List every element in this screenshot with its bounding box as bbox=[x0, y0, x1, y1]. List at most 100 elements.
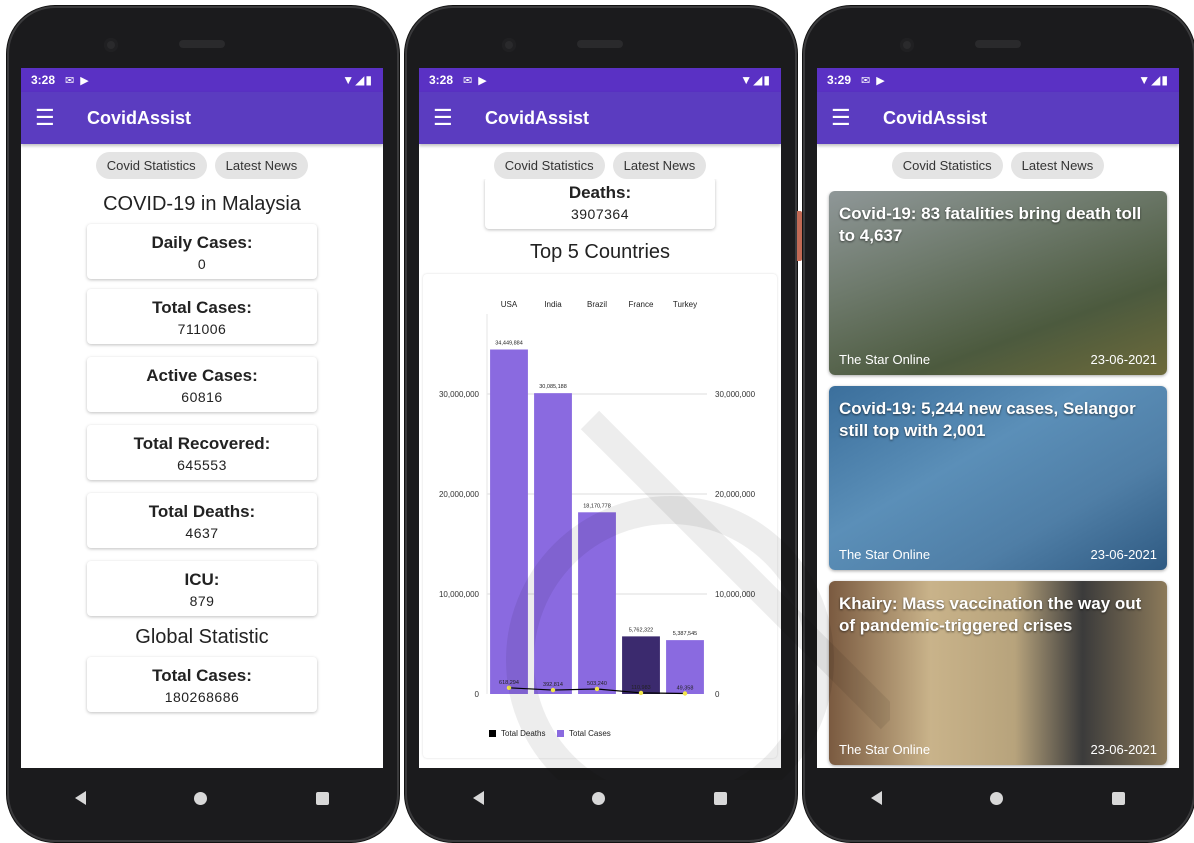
stat-card: Total Deaths: 4637 bbox=[87, 493, 317, 548]
chart-container: 0 0 10,000,000 10,000,000 20,000,000 20,000,0… bbox=[423, 274, 777, 758]
home-icon[interactable] bbox=[194, 791, 208, 805]
menu-icon[interactable]: ☰ bbox=[831, 107, 861, 129]
app-bar: ☰ CovidAssist bbox=[419, 92, 781, 144]
app-title: CovidAssist bbox=[883, 107, 988, 128]
tab-bar: Covid Statistics Latest News bbox=[419, 144, 781, 179]
x-tick-label: France bbox=[629, 300, 654, 309]
home-icon[interactable] bbox=[592, 791, 606, 805]
malaysia-title: COVID-19 in Malaysia bbox=[103, 193, 301, 215]
stat-card: Active Cases: 60816 bbox=[87, 357, 317, 412]
y-tick-label-left: 0 bbox=[475, 690, 480, 699]
stat-card: Deaths: 3907364 bbox=[485, 177, 715, 229]
news-date: 23-06-2021 bbox=[1090, 742, 1158, 757]
tab-covid-statistics[interactable]: Covid Statistics bbox=[891, 152, 1003, 179]
status-bar: 3:29 ✉ ▶ ▼◢▮ bbox=[817, 68, 1179, 92]
tab-bar: Covid Statistics Latest News bbox=[21, 144, 383, 179]
stat-value: 4637 bbox=[185, 525, 219, 541]
stat-card: Total Recovered: 645553 bbox=[87, 425, 317, 480]
bar-data-label: 30,085,188 bbox=[539, 384, 567, 390]
back-icon[interactable] bbox=[871, 791, 883, 805]
gmail-icon: ✉ bbox=[463, 74, 473, 87]
screen-chart: 3:28 ✉ ▶ ▼◢▮ ☰ CovidAssist Covid Statist… bbox=[419, 68, 781, 768]
camera-icon bbox=[104, 38, 118, 52]
news-card[interactable]: Covid-19: 5,244 new cases, Selangor stil… bbox=[829, 386, 1167, 570]
stat-value: 879 bbox=[189, 593, 215, 609]
back-icon[interactable] bbox=[473, 791, 485, 805]
y-tick-label-right: 10,000,000 bbox=[715, 590, 756, 599]
line-point bbox=[638, 690, 644, 696]
y-tick-label-left: 20,000,000 bbox=[439, 490, 480, 499]
menu-icon[interactable]: ☰ bbox=[35, 107, 65, 129]
stat-card: Daily Cases: 0 bbox=[87, 224, 317, 279]
stat-value: 180268686 bbox=[164, 689, 240, 705]
tab-covid-statistics[interactable]: Covid Statistics bbox=[493, 152, 605, 179]
tab-latest-news[interactable]: Latest News bbox=[1010, 152, 1105, 179]
line-data-label: 618,294 bbox=[499, 680, 519, 686]
signal-battery-icon: ▼◢▮ bbox=[342, 73, 373, 87]
bar-data-label: 34,449,884 bbox=[495, 341, 523, 347]
bar-total-cases bbox=[490, 349, 528, 694]
gmail-icon: ✉ bbox=[65, 74, 75, 87]
play-icon: ▶ bbox=[478, 74, 487, 87]
x-tick-label: Brazil bbox=[587, 300, 607, 309]
news-date: 23-06-2021 bbox=[1090, 547, 1158, 562]
speaker-grille bbox=[577, 40, 623, 48]
tab-latest-news[interactable]: Latest News bbox=[612, 152, 707, 179]
signal-battery-icon: ▼◢▮ bbox=[740, 73, 771, 87]
recents-icon[interactable] bbox=[315, 791, 329, 805]
stat-label: Daily Cases: bbox=[151, 233, 253, 252]
camera-icon bbox=[502, 38, 516, 52]
news-card[interactable]: Covid-19: 83 fatalities bring death toll… bbox=[829, 191, 1167, 375]
play-icon: ▶ bbox=[80, 74, 89, 87]
y-tick-label-left: 10,000,000 bbox=[439, 590, 480, 599]
back-icon[interactable] bbox=[75, 791, 87, 805]
system-nav-bar bbox=[419, 768, 781, 828]
system-nav-bar bbox=[21, 768, 383, 828]
global-title: Global Statistic bbox=[135, 626, 269, 648]
play-icon: ▶ bbox=[876, 74, 885, 87]
screen-statistics: 3:28 ✉ ▶ ▼◢▮ ☰ CovidAssist Covid Statist… bbox=[21, 68, 383, 768]
line-data-label: 392,814 bbox=[543, 682, 563, 688]
stat-value: 645553 bbox=[177, 457, 227, 473]
line-point bbox=[550, 687, 556, 693]
legend-label: Total Deaths bbox=[501, 729, 545, 738]
line-point bbox=[682, 691, 688, 696]
news-title: Covid-19: 5,244 new cases, Selangor stil… bbox=[839, 399, 1136, 440]
tab-covid-statistics[interactable]: Covid Statistics bbox=[95, 152, 207, 179]
line-point bbox=[594, 686, 600, 692]
news-title: Khairy: Mass vaccination the way out of … bbox=[839, 594, 1142, 635]
system-nav-bar bbox=[817, 768, 1179, 828]
stat-card: ICU: 879 bbox=[87, 561, 317, 616]
status-time: 3:28 bbox=[429, 73, 454, 87]
y-tick-label-right: 20,000,000 bbox=[715, 490, 756, 499]
stat-label: Active Cases: bbox=[146, 366, 258, 385]
speaker-grille bbox=[179, 40, 225, 48]
news-source: The Star Online bbox=[839, 742, 931, 757]
status-time: 3:29 bbox=[827, 73, 852, 87]
home-icon[interactable] bbox=[990, 791, 1004, 805]
status-bar: 3:28 ✉ ▶ ▼◢▮ bbox=[21, 68, 383, 92]
bar-total-cases bbox=[534, 393, 572, 694]
legend-swatch-deaths bbox=[489, 730, 496, 737]
phone-frame-1: 3:28 ✉ ▶ ▼◢▮ ☰ CovidAssist Covid Statist… bbox=[7, 6, 399, 842]
news-card[interactable]: Khairy: Mass vaccination the way out of … bbox=[829, 581, 1167, 765]
line-point bbox=[506, 685, 512, 691]
line-data-label: 110,983 bbox=[631, 685, 650, 691]
stat-label: Total Cases: bbox=[152, 298, 252, 317]
news-source: The Star Online bbox=[839, 352, 931, 367]
power-button bbox=[797, 211, 802, 261]
stat-value: 0 bbox=[197, 256, 207, 272]
x-tick-label: Turkey bbox=[673, 300, 697, 309]
stat-value: 3907364 bbox=[570, 206, 629, 222]
bar-data-label: 18,170,778 bbox=[583, 503, 611, 509]
menu-icon[interactable]: ☰ bbox=[433, 107, 463, 129]
tab-latest-news[interactable]: Latest News bbox=[214, 152, 309, 179]
screen-news: 3:29 ✉ ▶ ▼◢▮ ☰ CovidAssist Covid Statist… bbox=[817, 68, 1179, 768]
speaker-grille bbox=[975, 40, 1021, 48]
status-bar: 3:28 ✉ ▶ ▼◢▮ bbox=[419, 68, 781, 92]
phone-frame-3: 3:29 ✉ ▶ ▼◢▮ ☰ CovidAssist Covid Statist… bbox=[803, 6, 1194, 842]
top5-bar-chart: 0 0 10,000,000 10,000,000 20,000,000 20,000,0… bbox=[439, 300, 756, 738]
stat-label: Total Recovered: bbox=[133, 434, 271, 453]
recents-icon[interactable] bbox=[713, 791, 727, 805]
recents-icon[interactable] bbox=[1111, 791, 1125, 805]
